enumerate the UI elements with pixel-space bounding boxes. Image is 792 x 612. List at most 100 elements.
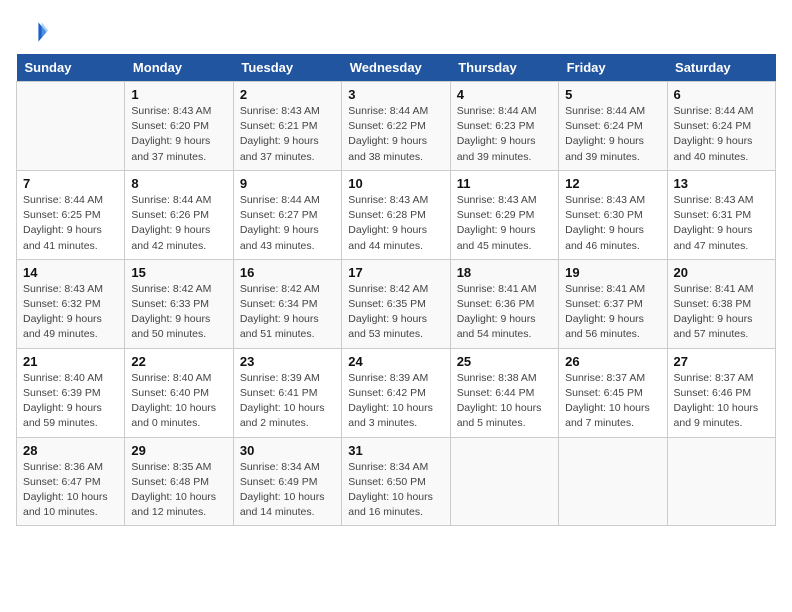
calendar-cell: 7 Sunrise: 8:44 AM Sunset: 6:25 PM Daylig… [17, 170, 125, 259]
calendar-header-row: SundayMondayTuesdayWednesdayThursdayFrid… [17, 54, 776, 82]
day-number: 31 [348, 443, 443, 458]
calendar-cell: 26Sunrise: 8:37 AM Sunset: 6:45 PM Dayli… [559, 348, 667, 437]
calendar-cell: 10 Sunrise: 8:43 AM Sunset: 6:28 PM Dayli… [342, 170, 450, 259]
calendar-cell: 13 Sunrise: 8:43 AM Sunset: 6:31 PM Dayli… [667, 170, 775, 259]
day-info: Sunrise: 8:39 AM Sunset: 6:41 PM Dayligh… [240, 371, 335, 432]
calendar-cell: 4 Sunrise: 8:44 AM Sunset: 6:23 PM Daylig… [450, 82, 558, 171]
day-number: 17 [348, 265, 443, 280]
calendar-cell: 1 Sunrise: 8:43 AM Sunset: 6:20 PM Daylig… [125, 82, 233, 171]
day-header-friday: Friday [559, 54, 667, 82]
day-info: Sunrise: 8:35 AM Sunset: 6:48 PM Dayligh… [131, 460, 226, 521]
calendar-week-row: 28 Sunrise: 8:36 AM Sunset: 6:47 PM Dayli… [17, 437, 776, 526]
day-header-monday: Monday [125, 54, 233, 82]
day-info: Sunrise: 8:34 AM Sunset: 6:49 PM Dayligh… [240, 460, 335, 521]
day-info: Sunrise: 8:36 AM Sunset: 6:47 PM Dayligh… [23, 460, 118, 521]
day-info: Sunrise: 8:39 AM Sunset: 6:42 PM Dayligh… [348, 371, 443, 432]
day-number: 10 [348, 176, 443, 191]
day-info: Sunrise: 8:42 AM Sunset: 6:34 PM Dayligh… [240, 282, 335, 343]
day-number: 29 [131, 443, 226, 458]
day-number: 15 [131, 265, 226, 280]
calendar-cell: 30 Sunrise: 8:34 AM Sunset: 6:49 PM Dayli… [233, 437, 341, 526]
day-header-saturday: Saturday [667, 54, 775, 82]
calendar-cell: 18 Sunrise: 8:41 AM Sunset: 6:36 PM Dayli… [450, 259, 558, 348]
day-info: Sunrise: 8:37 AM Sunset: 6:46 PM Dayligh… [674, 371, 769, 432]
day-number: 9 [240, 176, 335, 191]
day-info: Sunrise: 8:37 AM Sunset: 6:45 PM Dayligh… [565, 371, 660, 432]
day-number: 27 [674, 354, 769, 369]
day-info: Sunrise: 8:40 AM Sunset: 6:39 PM Dayligh… [23, 371, 118, 432]
day-number: 14 [23, 265, 118, 280]
calendar-cell [450, 437, 558, 526]
day-number: 3 [348, 87, 443, 102]
page-header [16, 16, 776, 48]
day-info: Sunrise: 8:44 AM Sunset: 6:23 PM Dayligh… [457, 104, 552, 165]
day-info: Sunrise: 8:43 AM Sunset: 6:28 PM Dayligh… [348, 193, 443, 254]
calendar-cell: 19Sunrise: 8:41 AM Sunset: 6:37 PM Dayli… [559, 259, 667, 348]
day-number: 18 [457, 265, 552, 280]
calendar-cell: 14 Sunrise: 8:43 AM Sunset: 6:32 PM Dayli… [17, 259, 125, 348]
day-info: Sunrise: 8:42 AM Sunset: 6:35 PM Dayligh… [348, 282, 443, 343]
day-info: Sunrise: 8:43 AM Sunset: 6:30 PM Dayligh… [565, 193, 660, 254]
calendar-cell: 8 Sunrise: 8:44 AM Sunset: 6:26 PM Daylig… [125, 170, 233, 259]
day-info: Sunrise: 8:43 AM Sunset: 6:31 PM Dayligh… [674, 193, 769, 254]
calendar-week-row: 14 Sunrise: 8:43 AM Sunset: 6:32 PM Dayli… [17, 259, 776, 348]
day-number: 5 [565, 87, 660, 102]
calendar-cell: 12 Sunrise: 8:43 AM Sunset: 6:30 PM Dayli… [559, 170, 667, 259]
day-info: Sunrise: 8:44 AM Sunset: 6:25 PM Dayligh… [23, 193, 118, 254]
day-info: Sunrise: 8:40 AM Sunset: 6:40 PM Dayligh… [131, 371, 226, 432]
calendar-cell: 25Sunrise: 8:38 AM Sunset: 6:44 PM Dayli… [450, 348, 558, 437]
calendar-cell [17, 82, 125, 171]
day-number: 1 [131, 87, 226, 102]
day-info: Sunrise: 8:43 AM Sunset: 6:20 PM Dayligh… [131, 104, 226, 165]
day-info: Sunrise: 8:44 AM Sunset: 6:24 PM Dayligh… [674, 104, 769, 165]
day-number: 7 [23, 176, 118, 191]
day-header-sunday: Sunday [17, 54, 125, 82]
calendar-cell: 15Sunrise: 8:42 AM Sunset: 6:33 PM Dayli… [125, 259, 233, 348]
day-number: 23 [240, 354, 335, 369]
day-info: Sunrise: 8:43 AM Sunset: 6:21 PM Dayligh… [240, 104, 335, 165]
calendar-cell: 9 Sunrise: 8:44 AM Sunset: 6:27 PM Daylig… [233, 170, 341, 259]
day-number: 13 [674, 176, 769, 191]
day-number: 30 [240, 443, 335, 458]
calendar-cell: 22 Sunrise: 8:40 AM Sunset: 6:40 PM Dayli… [125, 348, 233, 437]
calendar-cell: 21 Sunrise: 8:40 AM Sunset: 6:39 PM Dayli… [17, 348, 125, 437]
calendar-cell: 11Sunrise: 8:43 AM Sunset: 6:29 PM Dayli… [450, 170, 558, 259]
calendar-week-row: 21 Sunrise: 8:40 AM Sunset: 6:39 PM Dayli… [17, 348, 776, 437]
day-header-wednesday: Wednesday [342, 54, 450, 82]
day-number: 28 [23, 443, 118, 458]
calendar-cell: 5 Sunrise: 8:44 AM Sunset: 6:24 PM Daylig… [559, 82, 667, 171]
day-number: 20 [674, 265, 769, 280]
day-header-tuesday: Tuesday [233, 54, 341, 82]
day-number: 21 [23, 354, 118, 369]
day-info: Sunrise: 8:38 AM Sunset: 6:44 PM Dayligh… [457, 371, 552, 432]
day-number: 22 [131, 354, 226, 369]
day-number: 4 [457, 87, 552, 102]
day-info: Sunrise: 8:44 AM Sunset: 6:26 PM Dayligh… [131, 193, 226, 254]
calendar-cell: 2 Sunrise: 8:43 AM Sunset: 6:21 PM Daylig… [233, 82, 341, 171]
calendar-cell [667, 437, 775, 526]
calendar-cell: 20 Sunrise: 8:41 AM Sunset: 6:38 PM Dayli… [667, 259, 775, 348]
calendar-cell: 16 Sunrise: 8:42 AM Sunset: 6:34 PM Dayli… [233, 259, 341, 348]
day-number: 16 [240, 265, 335, 280]
calendar-cell: 29 Sunrise: 8:35 AM Sunset: 6:48 PM Dayli… [125, 437, 233, 526]
calendar-cell: 23 Sunrise: 8:39 AM Sunset: 6:41 PM Dayli… [233, 348, 341, 437]
logo [16, 16, 52, 48]
day-info: Sunrise: 8:34 AM Sunset: 6:50 PM Dayligh… [348, 460, 443, 521]
day-info: Sunrise: 8:41 AM Sunset: 6:36 PM Dayligh… [457, 282, 552, 343]
calendar-cell: 27 Sunrise: 8:37 AM Sunset: 6:46 PM Dayli… [667, 348, 775, 437]
day-info: Sunrise: 8:44 AM Sunset: 6:24 PM Dayligh… [565, 104, 660, 165]
day-number: 24 [348, 354, 443, 369]
calendar-week-row: 7 Sunrise: 8:44 AM Sunset: 6:25 PM Daylig… [17, 170, 776, 259]
day-info: Sunrise: 8:41 AM Sunset: 6:38 PM Dayligh… [674, 282, 769, 343]
day-info: Sunrise: 8:43 AM Sunset: 6:32 PM Dayligh… [23, 282, 118, 343]
day-number: 12 [565, 176, 660, 191]
calendar-cell: 17 Sunrise: 8:42 AM Sunset: 6:35 PM Dayli… [342, 259, 450, 348]
calendar-cell: 24 Sunrise: 8:39 AM Sunset: 6:42 PM Dayli… [342, 348, 450, 437]
day-number: 11 [457, 176, 552, 191]
calendar-week-row: 1 Sunrise: 8:43 AM Sunset: 6:20 PM Daylig… [17, 82, 776, 171]
day-number: 8 [131, 176, 226, 191]
day-number: 2 [240, 87, 335, 102]
day-info: Sunrise: 8:44 AM Sunset: 6:27 PM Dayligh… [240, 193, 335, 254]
calendar-cell: 6Sunrise: 8:44 AM Sunset: 6:24 PM Daylig… [667, 82, 775, 171]
calendar-cell [559, 437, 667, 526]
